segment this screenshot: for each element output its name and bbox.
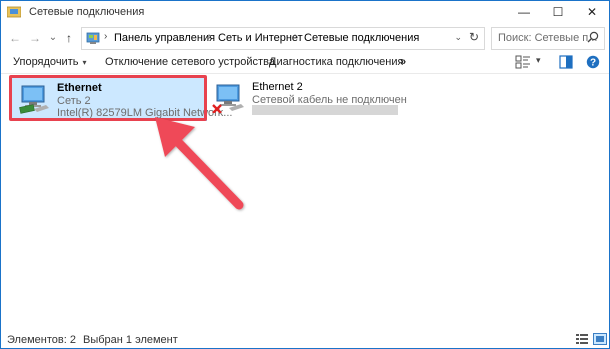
window-title: Сетевые подключения xyxy=(29,6,145,18)
network-folder-icon xyxy=(7,6,21,18)
forward-button[interactable]: → xyxy=(27,29,43,47)
view-options-dropdown[interactable]: ▾ xyxy=(536,55,541,66)
search-input[interactable]: Поиск: Сетевые п... xyxy=(491,27,605,50)
refresh-icon[interactable]: ↻ xyxy=(469,30,479,44)
selection-count: Выбран 1 элемент xyxy=(83,334,178,346)
annotation-arrow-icon xyxy=(155,117,244,210)
address-history-dropdown[interactable]: ⌄ xyxy=(454,32,462,43)
minimize-button[interactable]: — xyxy=(507,1,541,24)
search-placeholder: Поиск: Сетевые п... xyxy=(498,32,598,44)
breadcrumb-network-internet[interactable]: Сеть и Интернет xyxy=(218,32,303,44)
svg-text:?: ? xyxy=(590,58,596,69)
help-icon[interactable]: ? xyxy=(586,54,600,70)
organize-button[interactable]: Упорядочить ▾ xyxy=(13,56,86,68)
up-button[interactable]: ↑ xyxy=(61,29,77,47)
connection-device-redacted xyxy=(252,105,398,115)
preview-pane-icon[interactable] xyxy=(559,54,573,70)
breadcrumb[interactable]: › Панель управления › Сеть и Интернет › … xyxy=(81,27,485,50)
chevron-down-icon: ▾ xyxy=(82,58,87,67)
address-bar: ← → ⌄ ↑ › Панель управления › Сеть и Инт… xyxy=(1,25,609,51)
change-view-icon[interactable] xyxy=(515,54,531,70)
breadcrumb-separator: › xyxy=(208,31,212,42)
search-icon xyxy=(587,31,599,43)
command-bar: Упорядочить ▾ Отключение сетевого устройс… xyxy=(1,51,609,74)
more-commands-button[interactable]: » xyxy=(400,56,406,68)
details-view-icon[interactable] xyxy=(575,333,589,345)
close-button[interactable]: ✕ xyxy=(575,1,609,24)
title-bar[interactable]: Сетевые подключения — ☐ ✕ xyxy=(1,1,609,24)
organize-label: Упорядочить xyxy=(13,56,79,68)
explorer-window: Сетевые подключения — ☐ ✕ ← → ⌄ ↑ › Пане… xyxy=(0,0,610,349)
breadcrumb-separator: › xyxy=(104,31,108,42)
recent-locations-dropdown[interactable]: ⌄ xyxy=(45,29,61,47)
diagnose-connection-button[interactable]: Диагностика подключения xyxy=(269,56,403,68)
item-count: Элементов: 2 xyxy=(7,334,76,346)
disable-device-button[interactable]: Отключение сетевого устройства xyxy=(105,56,275,68)
status-bar: Элементов: 2 Выбран 1 элемент xyxy=(1,331,609,348)
large-icons-view-icon[interactable] xyxy=(593,333,607,345)
back-button[interactable]: ← xyxy=(7,29,23,47)
breadcrumb-network-connections[interactable]: Сетевые подключения xyxy=(304,32,419,44)
connection-name: Ethernet 2 xyxy=(252,81,303,93)
control-panel-icon xyxy=(86,32,100,44)
breadcrumb-control-panel[interactable]: Панель управления xyxy=(114,32,215,44)
breadcrumb-separator: › xyxy=(294,31,298,42)
network-adapter-disconnected-icon xyxy=(212,84,244,113)
maximize-button[interactable]: ☐ xyxy=(541,1,575,24)
